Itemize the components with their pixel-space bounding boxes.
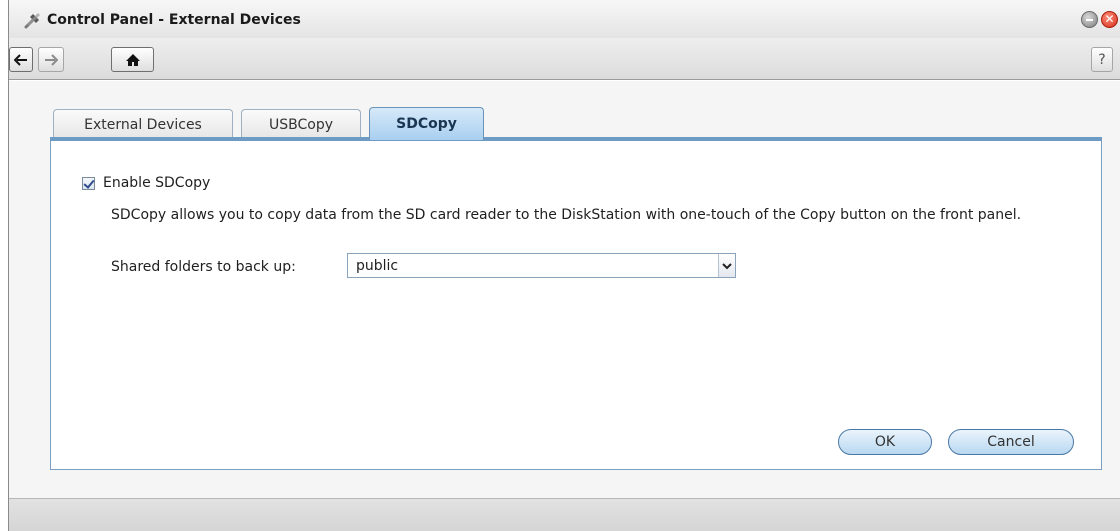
sdcopy-panel: Enable SDCopy SDCopy allows you to copy …	[50, 141, 1102, 470]
tab-sdcopy[interactable]: SDCopy	[369, 107, 484, 140]
control-panel-window: Control Panel - External Devices ✕ ? Ext…	[8, 0, 1120, 531]
help-button[interactable]: ?	[1091, 47, 1113, 72]
tab-external-devices[interactable]: External Devices	[53, 109, 233, 139]
sdcopy-description: SDCopy allows you to copy data from the …	[111, 207, 1022, 223]
cancel-button[interactable]: Cancel	[948, 429, 1074, 455]
ok-button[interactable]: OK	[838, 429, 932, 455]
toolbar: ?	[9, 38, 1120, 80]
minimize-button[interactable]	[1081, 11, 1098, 28]
shared-folder-label: Shared folders to back up:	[111, 259, 296, 275]
window-title: Control Panel - External Devices	[47, 12, 301, 28]
arrow-left-icon	[14, 53, 27, 66]
shared-folder-value: public	[356, 258, 399, 274]
enable-sdcopy-row[interactable]: Enable SDCopy	[82, 175, 210, 191]
home-button[interactable]	[111, 47, 154, 72]
shared-folder-select[interactable]: public	[347, 253, 736, 278]
enable-sdcopy-label[interactable]: Enable SDCopy	[103, 175, 210, 191]
dropdown-arrow-button[interactable]	[718, 254, 735, 277]
chevron-down-icon	[722, 262, 732, 269]
close-button[interactable]: ✕	[1101, 11, 1118, 28]
title-bar[interactable]: Control Panel - External Devices ✕	[9, 0, 1120, 38]
arrow-right-icon	[45, 53, 58, 66]
home-icon	[125, 53, 140, 66]
content-area: External Devices USBCopy SDCopy Enable S…	[9, 81, 1120, 498]
tools-icon	[23, 10, 43, 30]
forward-button[interactable]	[38, 47, 64, 72]
back-button[interactable]	[9, 47, 33, 72]
enable-sdcopy-checkbox[interactable]	[82, 176, 95, 190]
status-bar	[9, 498, 1120, 531]
tab-usbcopy[interactable]: USBCopy	[241, 109, 361, 139]
